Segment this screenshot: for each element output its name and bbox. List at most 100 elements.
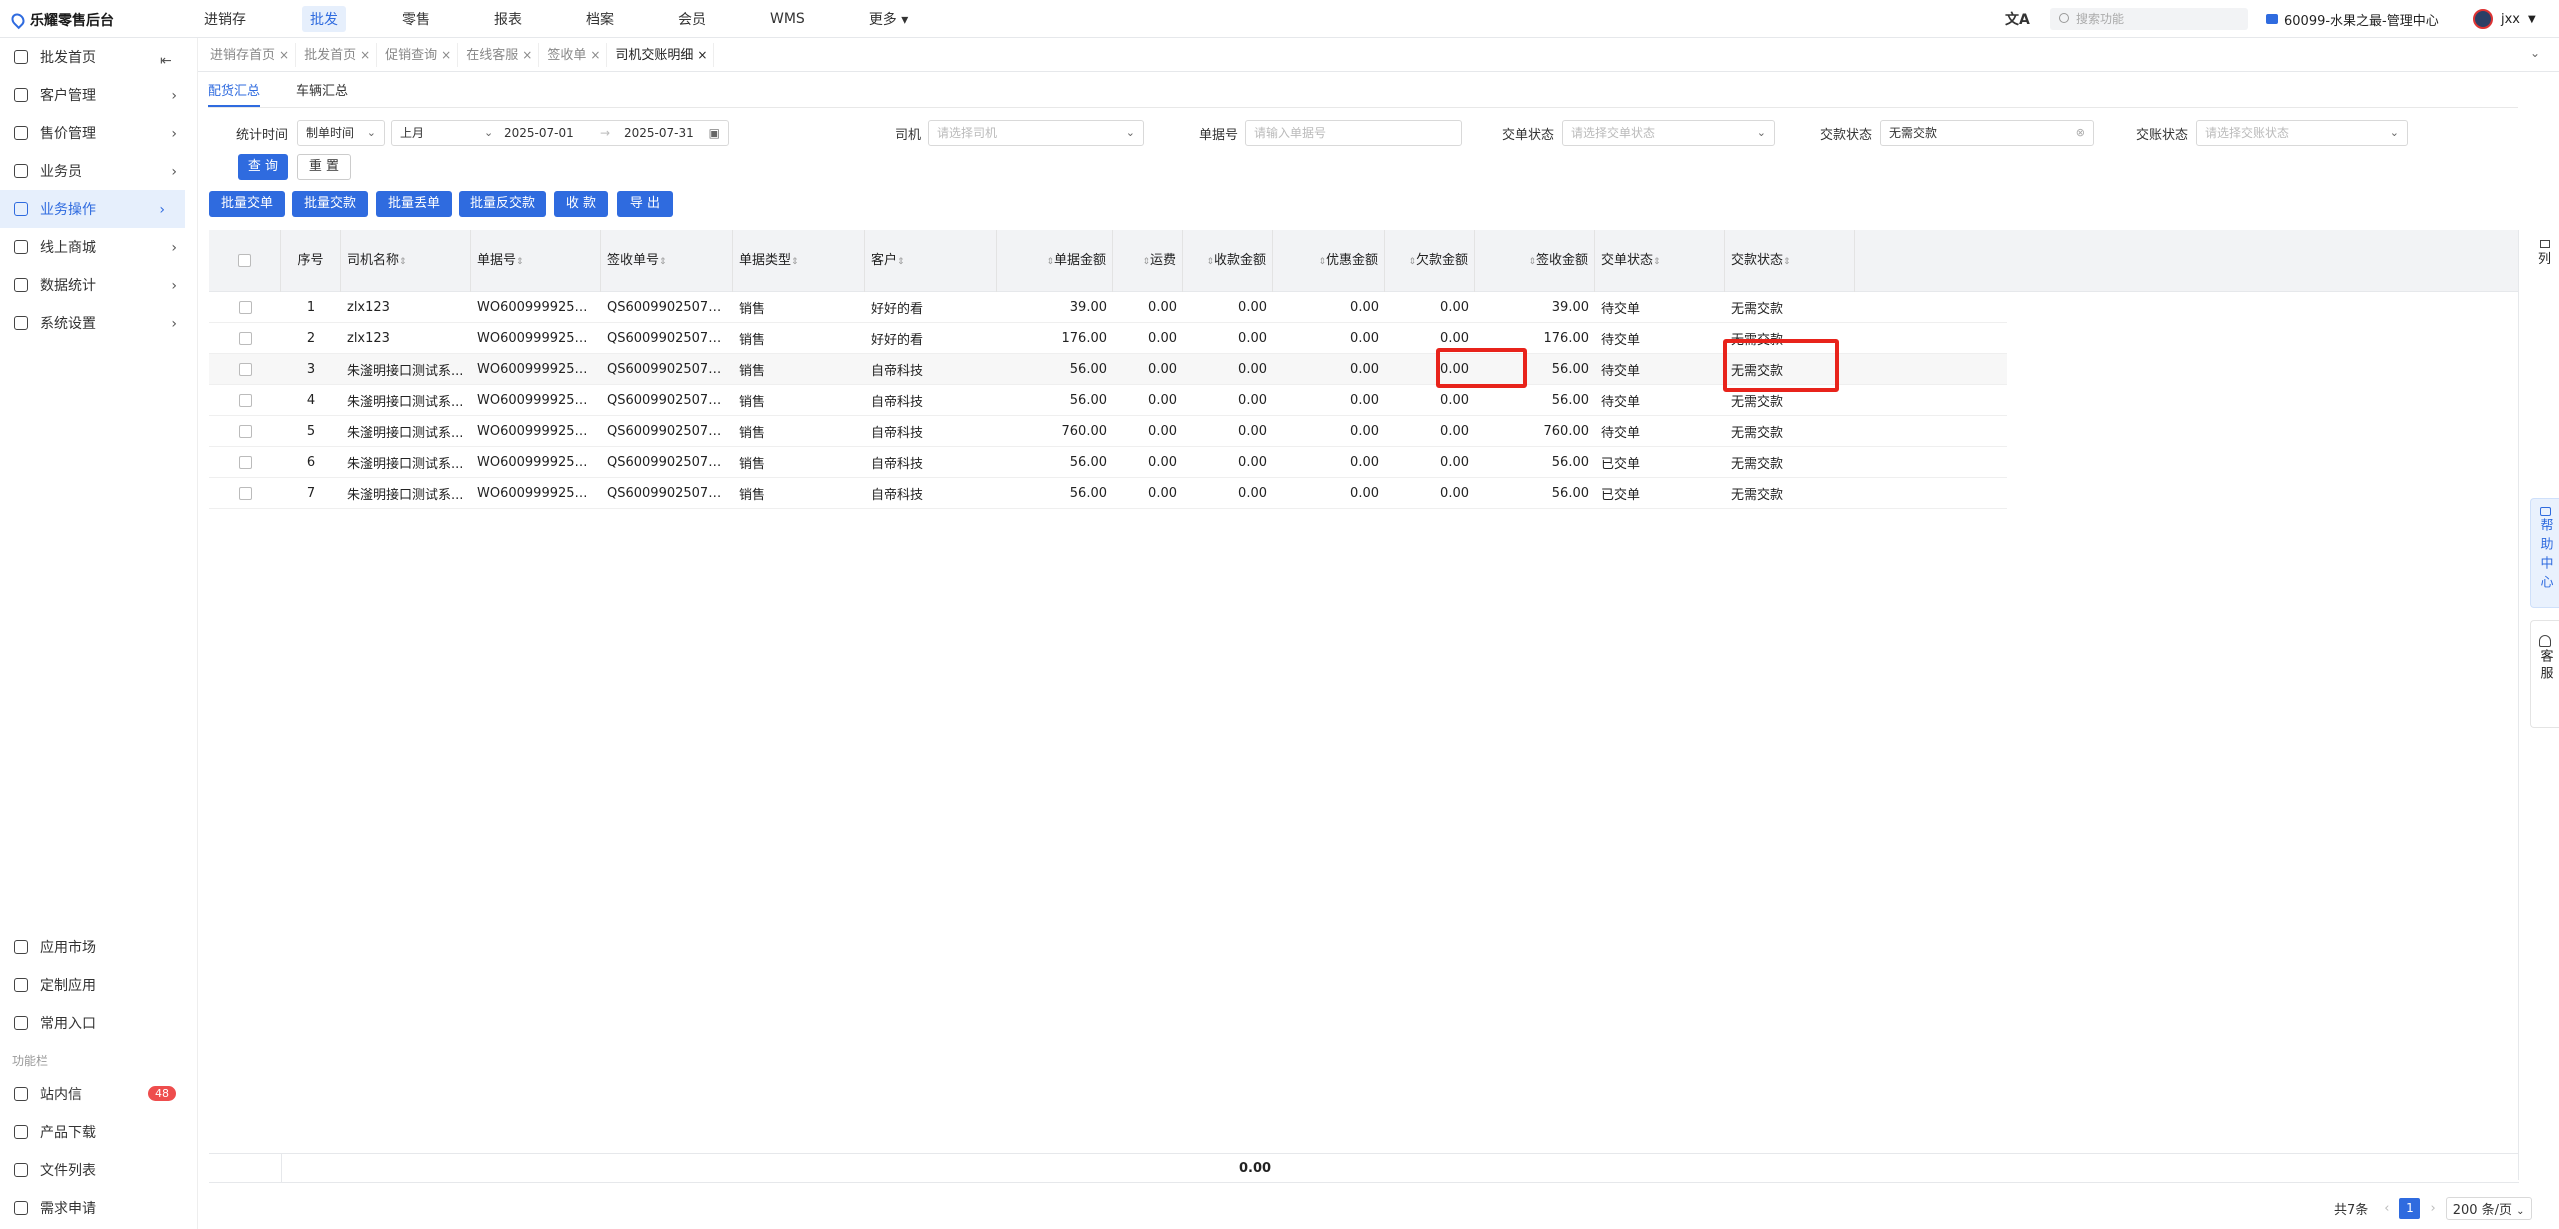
page-tab[interactable]: 进销存首页 × [204,42,297,67]
doc-no-input[interactable]: 请输入单据号 [1245,120,1462,146]
topnav-item[interactable]: WMS [762,8,813,30]
sort-icon[interactable]: ⇕ [1528,257,1536,267]
payment-status-select[interactable]: 无需交款 ⊗ [1880,120,2094,146]
batch-payment-button[interactable]: 批量交款 [292,191,368,217]
column-header[interactable]: ⇕欠款金额 [1385,229,1475,292]
export-button[interactable]: 导 出 [617,191,673,217]
topnav-item[interactable]: 档案 [578,6,622,32]
translate-icon[interactable]: 文A [2005,0,2030,38]
row-checkbox-cell[interactable] [209,362,281,377]
column-header[interactable]: ⇕运费 [1113,229,1183,292]
sidebar-item[interactable]: 线上商城 › [0,228,197,266]
row-checkbox[interactable] [238,486,252,500]
sort-icon[interactable]: ⇕ [897,257,905,267]
topnav-item[interactable]: 会员 [670,6,714,32]
topnav-item[interactable]: 进销存 [196,6,254,32]
sort-icon[interactable]: ⇕ [1142,257,1150,267]
column-header[interactable]: ⇕优惠金额 [1273,229,1385,292]
sort-icon[interactable]: ⇕ [1783,257,1791,267]
driver-select[interactable]: 请选择司机 ⌄ [928,120,1144,146]
column-settings-button[interactable]: 列 [2530,238,2559,274]
close-icon[interactable]: × [441,48,451,62]
page-tab[interactable]: 签收单 × [541,42,608,67]
row-checkbox-cell[interactable] [209,393,281,408]
row-checkbox[interactable] [238,393,252,407]
sub-tab[interactable]: 车辆汇总 [296,80,348,107]
page-size-select[interactable]: 200 条/页 ⌄ [2445,1196,2532,1220]
row-checkbox-cell[interactable] [209,424,281,439]
column-header[interactable]: 客户⇕ [865,229,997,292]
account-status-select[interactable]: 请选择交账状态 ⌄ [2196,120,2408,146]
sort-icon[interactable]: ⇕ [1206,257,1214,267]
column-header[interactable]: ⇕单据金额 [997,229,1113,292]
topnav-item[interactable]: 更多 ▾ [861,6,916,32]
close-icon[interactable]: × [522,48,532,62]
clear-icon[interactable]: ⊗ [2076,121,2085,145]
sidebar-item[interactable]: 客户管理 › [0,76,197,114]
next-page-icon[interactable]: › [2430,1201,2435,1216]
close-icon[interactable]: × [697,48,707,62]
row-checkbox-cell[interactable] [209,331,281,346]
row-checkbox[interactable] [238,331,252,345]
page-tab[interactable]: 批发首页 × [298,42,378,67]
column-header[interactable]: ⇕收款金额 [1183,229,1273,292]
row-checkbox[interactable] [238,300,252,314]
sidebar-item[interactable]: 系统设置 › [0,304,197,342]
row-checkbox[interactable] [238,455,252,469]
batch-reverse-payment-button[interactable]: 批量反交款 [459,191,546,217]
page-tab[interactable]: 在线客服 × [460,42,540,67]
sort-icon[interactable]: ⇕ [1653,257,1661,267]
sub-tab[interactable]: 配货汇总 [208,80,261,107]
topnav-item[interactable]: 零售 [394,6,438,32]
user-menu[interactable]: jxx ▼ [2473,0,2536,38]
sidebar-item[interactable]: 应用市场 [0,928,198,966]
sort-icon[interactable]: ⇕ [1318,257,1326,267]
row-checkbox-cell[interactable] [209,300,281,315]
collect-button[interactable]: 收 款 [554,191,608,217]
batch-lost-button[interactable]: 批量丢单 [376,191,452,217]
row-checkbox[interactable] [238,424,252,438]
page-1-button[interactable]: 1 [2399,1197,2421,1219]
sort-icon[interactable]: ⇕ [516,257,524,267]
table-row[interactable]: 1 zlx123 WO6009999250... QS60099025072... 销售… [209,292,2007,323]
row-checkbox[interactable] [238,362,252,376]
prev-page-icon[interactable]: ‹ [2384,1201,2389,1216]
table-row[interactable]: 5 朱滏明接口测试系... WO6009999250... QS60099025072… [209,416,2007,447]
period-select[interactable]: 上月 [400,126,424,140]
sidebar-item[interactable]: 需求申请 [0,1189,198,1227]
sort-icon[interactable]: ⇕ [659,257,667,267]
select-all-checkbox[interactable] [238,253,251,267]
column-header[interactable]: 签收单号⇕ [601,229,733,292]
help-center-button[interactable]: 帮助中心 [2530,498,2559,608]
sidebar-item[interactable]: 产品下载 [0,1113,198,1151]
sidebar-item[interactable]: 常用入口 [0,1004,198,1042]
column-header[interactable]: 交单状态⇕ [1595,229,1725,292]
customer-service-button[interactable]: 客服 [2530,620,2559,728]
collapse-icon[interactable]: ⇤ [160,53,172,69]
close-icon[interactable]: × [279,48,289,62]
reset-button[interactable]: 重 置 [297,154,351,180]
row-checkbox-cell[interactable] [209,455,281,470]
search-input[interactable]: 搜索功能 [2050,8,2248,30]
sidebar-item[interactable]: 售价管理 › [0,114,197,152]
sidebar-item[interactable]: 业务员 › [0,152,197,190]
column-header[interactable]: 司机名称⇕ [341,229,471,292]
date-to[interactable]: 2025-07-31 [624,121,694,145]
sidebar-item[interactable]: 站内信 48 [0,1075,198,1113]
page-tab[interactable]: 促销查询 × [379,42,459,67]
sidebar-item[interactable]: 业务操作 › [0,190,185,228]
handover-status-select[interactable]: 请选择交单状态 ⌄ [1562,120,1775,146]
table-row[interactable]: 6 朱滏明接口测试系... WO6009999250... QS60099025072… [209,447,2007,478]
date-from[interactable]: 2025-07-01 [504,121,574,145]
sidebar-item[interactable]: 数据统计 › [0,266,197,304]
column-header[interactable]: 单据类型⇕ [733,229,865,292]
sidebar-item[interactable]: 文件列表 [0,1151,198,1189]
topnav-item[interactable]: 批发 [302,6,346,32]
batch-handover-button[interactable]: 批量交单 [209,191,285,217]
close-icon[interactable]: × [590,48,600,62]
sort-icon[interactable]: ⇕ [791,257,799,267]
column-header[interactable]: 交款状态⇕ [1725,229,1855,292]
topnav-item[interactable]: 报表 [486,6,530,32]
time-type-select[interactable]: 制单时间 ⌄ [297,120,385,146]
table-row[interactable]: 7 朱滏明接口测试系... WO6009999250... QS60099025072… [209,478,2007,509]
